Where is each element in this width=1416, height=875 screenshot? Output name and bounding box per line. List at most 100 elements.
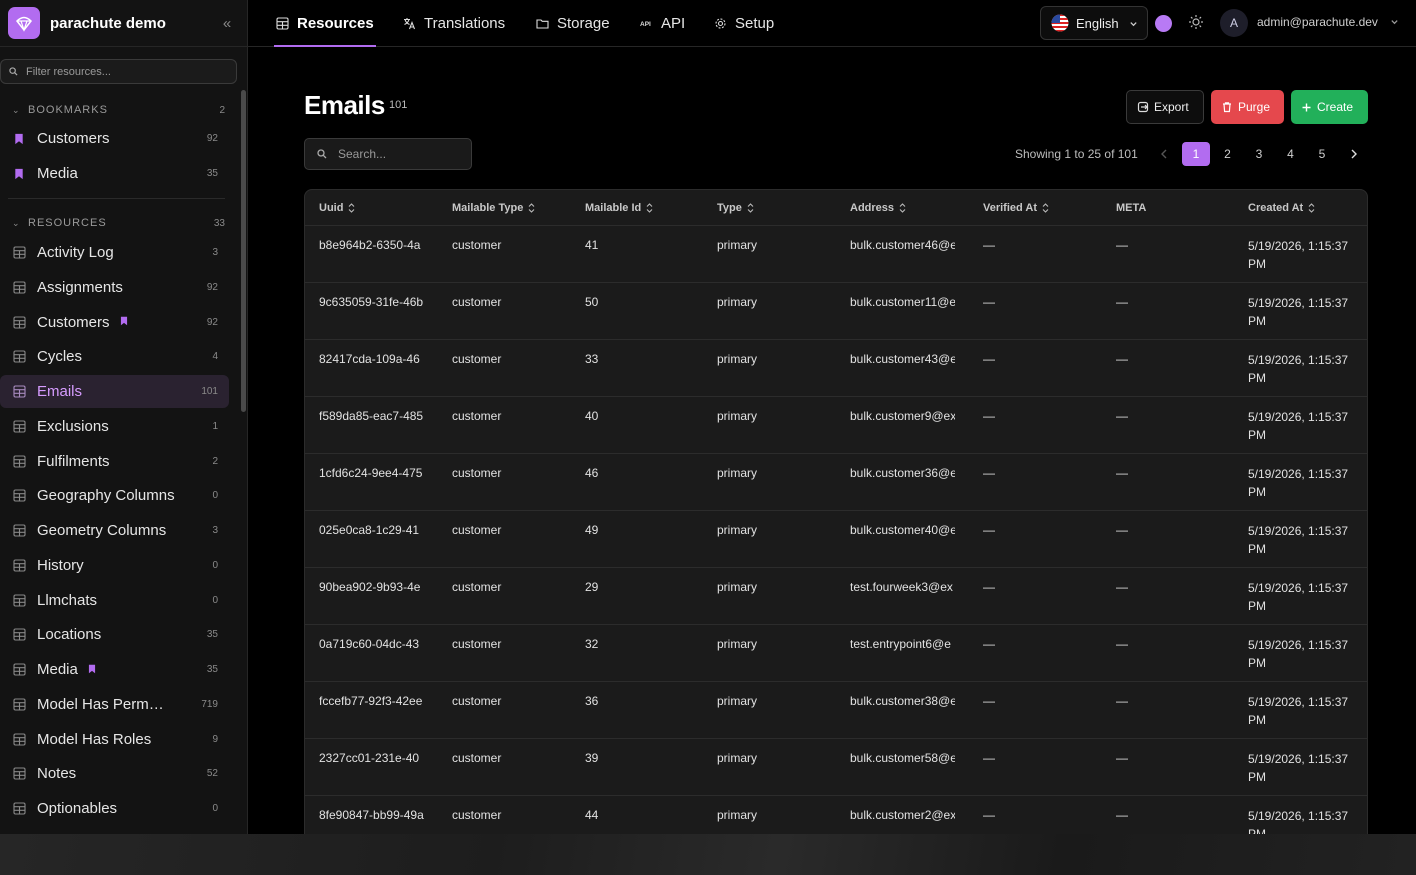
column-header: META (1116, 202, 1146, 214)
page-5-button[interactable]: 5 (1308, 142, 1336, 166)
column-header[interactable]: Mailable Id (585, 202, 653, 214)
tab-storage[interactable]: Storage (536, 0, 610, 47)
column-header[interactable]: Address (850, 202, 906, 214)
cell-created-at: 5/19/2026, 1:15:37 PM (1248, 410, 1349, 442)
column-header[interactable]: Uuid (319, 202, 355, 214)
cell-meta: — (1116, 295, 1128, 309)
cell-mailable-id: 40 (585, 409, 599, 423)
chevron-right-icon (1351, 149, 1357, 159)
table-row[interactable]: 9c635059-31fe-46b customer 50 primary bulk.c… (305, 283, 1367, 340)
table-row[interactable]: f589da85-eac7-485 customer 40 primary bulk.c… (305, 397, 1367, 454)
cell-type: primary (717, 637, 758, 651)
table-row[interactable]: 025e0ca8-1c29-41 customer 49 primary bulk.cu… (305, 511, 1367, 568)
tab-resources[interactable]: Resources (274, 0, 376, 47)
purge-button[interactable]: Purge (1211, 90, 1284, 124)
cell-type: primary (717, 694, 758, 708)
sidebar-item-resource[interactable]: Exclusions 1 (0, 410, 229, 443)
resources-section-header[interactable]: ⌄ RESOURCES 33 (0, 213, 225, 233)
cell-uuid: 2327cc01-231e-40 (319, 751, 420, 765)
chevron-down-icon: ⌄ (12, 217, 20, 228)
sidebar-item-resource[interactable]: Fulfilments 2 (0, 445, 229, 478)
collapse-sidebar-icon[interactable]: « (215, 15, 239, 32)
parachute-logo-icon[interactable] (8, 7, 40, 39)
column-header[interactable]: Type (717, 202, 754, 214)
sidebar-item-resource[interactable]: Customers 92 (0, 306, 229, 339)
table-icon (12, 663, 26, 677)
previous-page-button[interactable] (1150, 142, 1178, 166)
next-page-button[interactable] (1340, 142, 1368, 166)
tab-setup[interactable]: Setup (714, 0, 774, 47)
sidebar-item-resource[interactable]: Notes 52 (0, 757, 229, 790)
language-selector[interactable]: English (1040, 6, 1148, 40)
tab-api[interactable]: API API (640, 0, 685, 47)
sidebar-item-resource[interactable]: Optionables 0 (0, 792, 229, 825)
bookmarks-section-header[interactable]: ⌄ BOOKMARKS 2 (0, 100, 225, 120)
page-3-button[interactable]: 3 (1245, 142, 1273, 166)
sidebar-item-resource[interactable]: Model Has Perm… 719 (0, 688, 229, 721)
tab-translations[interactable]: Translations (403, 0, 505, 47)
chevron-left-icon (1161, 149, 1167, 159)
table-row[interactable]: 1cfd6c24-9ee4-475 customer 46 primary bulk.c… (305, 454, 1367, 511)
sort-icon (747, 203, 754, 213)
sidebar-item-label: Emails (37, 383, 83, 400)
filter-resources-field[interactable] (0, 59, 237, 84)
avatar[interactable]: A (1220, 9, 1248, 37)
cell-mailable-id: 41 (585, 238, 599, 252)
sidebar-item-label: Exclusions (37, 417, 109, 435)
table-row[interactable]: 82417cda-109a-46 customer 33 primary bulk.cu… (305, 340, 1367, 397)
sidebar-item-resource[interactable]: Geometry Columns 3 (0, 514, 229, 547)
search-input[interactable] (338, 147, 458, 161)
user-email[interactable]: admin@parachute.dev (1257, 15, 1378, 29)
sidebar-item-resource[interactable]: Cycles 4 (0, 340, 229, 373)
search-field[interactable] (304, 138, 472, 170)
sidebar-item-label: Assignments (37, 278, 123, 296)
cell-meta: — (1116, 523, 1128, 537)
sidebar-item-resource[interactable]: Locations 35 (0, 618, 229, 651)
page-2-button[interactable]: 2 (1214, 142, 1242, 166)
translate-icon (403, 17, 416, 30)
table-icon (12, 350, 26, 364)
filter-resources-input[interactable] (26, 65, 226, 78)
bookmark-item[interactable]: Media 35 (0, 157, 229, 190)
sun-icon[interactable] (1188, 14, 1204, 30)
sidebar-item-resource[interactable]: Llmchats 0 (0, 584, 229, 617)
brand-header: parachute demo « (0, 0, 247, 47)
cell-created-at: 5/19/2026, 1:15:37 PM (1248, 353, 1349, 385)
sidebar-item-resource[interactable]: Assignments 92 (0, 271, 229, 304)
sidebar-item-resource[interactable]: Geography Columns 0 (0, 479, 229, 512)
table-icon (12, 767, 26, 781)
cell-created-at: 5/19/2026, 1:15:37 PM (1248, 752, 1349, 784)
sidebar-item-count: 3 (212, 247, 218, 258)
cell-address: bulk.customer58@e (850, 751, 955, 765)
svg-text:API: API (640, 21, 651, 28)
cell-meta: — (1116, 352, 1128, 366)
sidebar-item-resource[interactable]: Model Has Roles 9 (0, 723, 229, 756)
cell-uuid: 9c635059-31fe-46b (319, 295, 424, 309)
column-header-label: Created At (1248, 202, 1304, 214)
export-button[interactable]: Export (1126, 90, 1204, 124)
sidebar-item-resource[interactable]: Activity Log 3 (0, 236, 229, 269)
cell-mailable-type: customer (452, 808, 502, 822)
column-header[interactable]: Created At (1248, 202, 1315, 214)
page-1-button[interactable]: 1 (1182, 142, 1210, 166)
chevron-down-icon[interactable] (1390, 17, 1399, 26)
sidebar-item-resource[interactable]: Media 35 (0, 653, 229, 686)
table-icon (12, 628, 26, 642)
sidebar-item-resource[interactable]: Emails 101 (0, 375, 229, 408)
table-row[interactable]: 2327cc01-231e-40 customer 39 primary bulk.cu… (305, 739, 1367, 796)
table-row[interactable]: 90bea902-9b93-4e customer 29 primary test.fo… (305, 568, 1367, 625)
table-row[interactable]: fccefb77-92f3-42ee customer 36 primary bulk.… (305, 682, 1367, 739)
cell-verified-at: — (983, 466, 995, 480)
page-4-button[interactable]: 4 (1277, 142, 1305, 166)
create-button[interactable]: Create (1291, 90, 1368, 124)
table-row[interactable]: 0a719c60-04dc-43 customer 32 primary test.en… (305, 625, 1367, 682)
sidebar-item-resource[interactable]: History 0 (0, 549, 229, 582)
cell-uuid: 8fe90847-bb99-49a (319, 808, 424, 822)
bookmark-item[interactable]: Customers 92 (0, 122, 229, 155)
column-header-label: Uuid (319, 202, 344, 214)
column-header[interactable]: Mailable Type (452, 202, 535, 214)
table-row[interactable]: b8e964b2-6350-4a customer 41 primary bulk.cu… (305, 226, 1367, 283)
column-header[interactable]: Verified At (983, 202, 1049, 214)
sidebar-scrollbar[interactable] (241, 90, 246, 412)
accent-color-picker[interactable] (1155, 15, 1172, 32)
